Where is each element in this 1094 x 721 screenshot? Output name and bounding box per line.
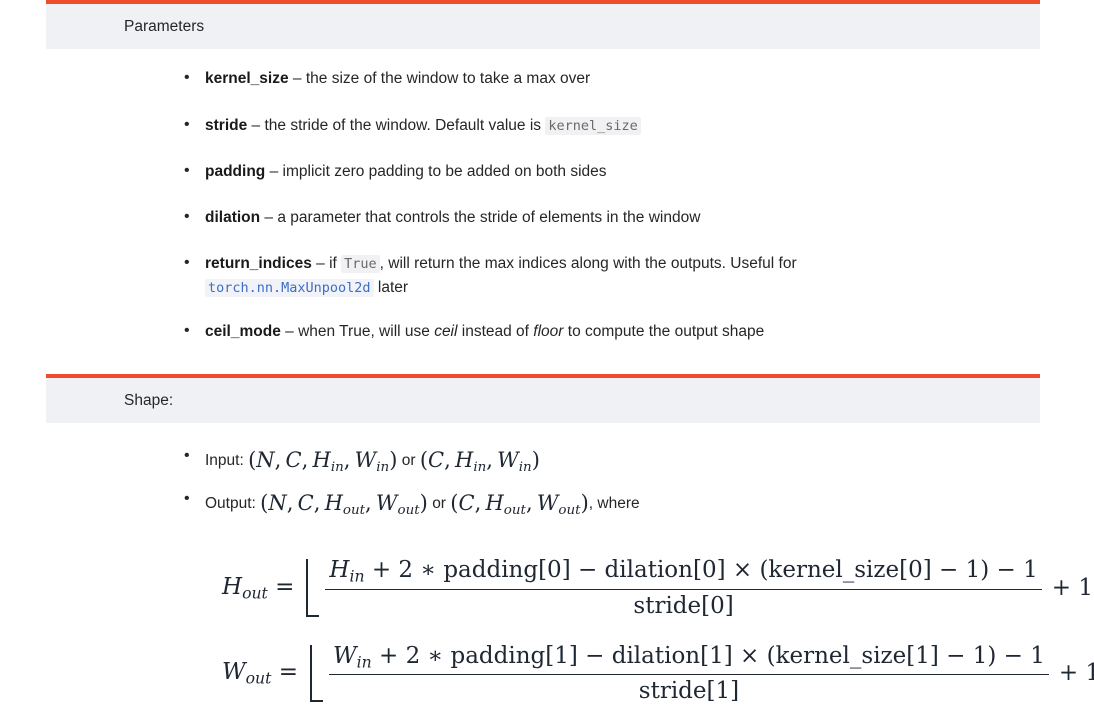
param-description-tail: to compute the output shape (567, 322, 765, 340)
documentation-page: Parameters kernel_size – the size of the… (0, 0, 1094, 721)
shape-input-conj: or (401, 452, 416, 470)
param-dash: – (269, 162, 279, 180)
list-item: stride – the stride of the window. Defau… (46, 113, 1040, 137)
list-item: dilation – a parameter that controls the… (46, 205, 1040, 229)
param-dash: – (316, 255, 325, 273)
formula-wout-lhs: Wout = (222, 659, 298, 688)
parameters-list: kernel_size – the size of the window to … (46, 66, 1040, 343)
param-description: implicit zero padding to be added on bot… (282, 162, 607, 180)
emphasis-floor: floor (533, 322, 564, 340)
param-description-mid: instead of (461, 322, 529, 340)
list-item: kernel_size – the size of the window to … (46, 66, 1040, 90)
formula-hout-fraction: Hin + 2 ∗ padding[0] − dilation[0] × (ke… (325, 557, 1042, 619)
formula-wout-numerator: Win + 2 ∗ padding[1] − dilation[1] × (ke… (328, 643, 1049, 675)
formula-hout: Hout = Hin + 2 ∗ padding[0] − dilation[0… (46, 557, 1093, 618)
param-name-kernel-size: kernel_size (205, 70, 289, 88)
param-description: the stride of the window. Default value … (264, 116, 542, 134)
formula-gap (46, 619, 1040, 643)
floor-left-bracket-icon (306, 559, 320, 617)
code-kernel-size: kernel_size (545, 116, 641, 135)
shape-output-math-2: (C, Hout, Wout) (450, 491, 589, 519)
link-torch-nn-maxunpool2d[interactable]: torch.nn.MaxUnpool2d (205, 278, 374, 297)
param-name-dilation: dilation (205, 209, 261, 227)
list-item: padding – implicit zero padding to be ad… (46, 159, 1040, 183)
shape-list: Input: (N, C, Hin, Win) or (C, Hin, Win)… (46, 444, 1040, 521)
shape-body: Input: (N, C, Hin, Win) or (C, Hin, Win)… (46, 423, 1094, 718)
list-item: Input: (N, C, Hin, Win) or (C, Hin, Win) (46, 444, 1040, 478)
param-description-lead: if (329, 255, 337, 273)
formula-wout: Wout = Win + 2 ∗ padding[1] − dilation[1… (46, 643, 1094, 704)
formula-wout-fraction: Win + 2 ∗ padding[1] − dilation[1] × (ke… (328, 643, 1049, 704)
param-dash: – (285, 322, 294, 340)
shape-output-trailing: , where (588, 495, 640, 513)
param-name-return-indices: return_indices (205, 255, 312, 273)
parameters-panel: Parameters kernel_size – the size of the… (46, 0, 1040, 358)
parameters-header: Parameters (46, 0, 1040, 50)
list-item: return_indices – if True, will return th… (46, 251, 1040, 299)
parameters-title: Parameters (124, 18, 205, 35)
shape-panel: Shape: Input: (N, C, Hin, Win) or (C, Hi… (46, 374, 1094, 718)
floor-bracket-group: Hin + 2 ∗ padding[0] − dilation[0] × (ke… (306, 557, 1094, 619)
param-description: a parameter that controls the stride of … (277, 209, 701, 227)
shape-output-conj: or (432, 495, 446, 513)
param-dash: – (292, 70, 302, 88)
param-name-stride: stride (205, 116, 248, 134)
param-description: the size of the window to take a max ove… (305, 70, 591, 88)
formula-hout-numerator: Hin + 2 ∗ padding[0] − dilation[0] × (ke… (325, 557, 1042, 590)
param-description-lead: when True, will use (298, 322, 430, 340)
param-dash: – (251, 116, 261, 134)
param-name-padding: padding (205, 162, 266, 180)
formula-hout-denominator: stride[0] (633, 592, 734, 619)
formula-hout-lhs: Hout = (222, 573, 295, 603)
shape-title: Shape: (124, 392, 174, 409)
param-description-cont: , will return the max indices along with… (379, 255, 797, 273)
code-true: True (341, 255, 380, 274)
formula-spacer (46, 521, 1040, 557)
formula-wout-addend: + 1 (1058, 660, 1094, 687)
shape-input-label: Input: (205, 452, 244, 470)
shape-input-math-1: (N, C, Hin, Win) (248, 448, 398, 476)
floor-bracket-group: Win + 2 ∗ padding[1] − dilation[1] × (ke… (309, 643, 1094, 704)
param-name-ceil-mode: ceil_mode (205, 322, 281, 340)
floor-left-bracket-icon (309, 644, 323, 702)
emphasis-ceil: ceil (434, 322, 458, 340)
parameters-body: kernel_size – the size of the window to … (46, 49, 1040, 358)
param-description-tail: later (377, 278, 409, 296)
shape-header: Shape: (46, 374, 1040, 424)
list-item: ceil_mode – when True, will use ceil ins… (46, 319, 1040, 343)
formula-wout-denominator: stride[1] (638, 677, 740, 704)
list-item: Output: (N, C, Hout, Wout) or (C, Hout, … (46, 487, 1040, 521)
shape-output-label: Output: (205, 495, 256, 513)
param-dash: – (264, 209, 274, 227)
shape-input-math-2: (C, Hin, Win) (419, 448, 540, 476)
shape-output-math-1: (N, C, Hout, Wout) (260, 491, 428, 519)
formula-hout-addend: + 1 (1051, 574, 1093, 601)
